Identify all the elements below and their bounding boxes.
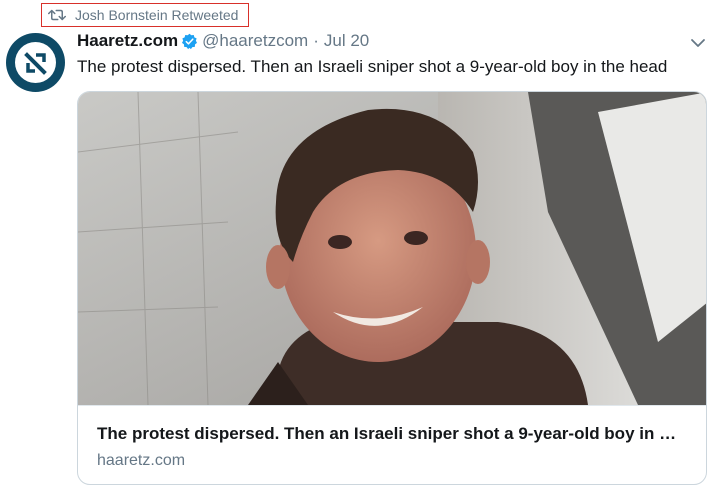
haaretz-logo-icon: [23, 51, 47, 75]
display-name[interactable]: Haaretz.com: [77, 31, 178, 51]
separator: ·: [313, 31, 319, 50]
retweet-context[interactable]: Josh Bornstein Retweeted: [41, 3, 249, 27]
handle[interactable]: @haaretzcom: [202, 31, 308, 51]
haaretz-logo: [15, 42, 56, 83]
tweet-date[interactable]: Jul 20: [324, 31, 369, 51]
verified-badge-icon: [182, 33, 198, 49]
link-card[interactable]: The protest dispersed. Then an Israeli s…: [77, 91, 707, 485]
card-body: The protest dispersed. Then an Israeli s…: [78, 405, 706, 484]
card-domain: haaretz.com: [97, 452, 186, 469]
card-title: The protest dispersed. Then an Israeli s…: [97, 424, 677, 443]
chevron-down-icon[interactable]: [690, 35, 706, 51]
retweet-icon: [48, 9, 66, 21]
retweet-label: Josh Bornstein Retweeted: [75, 7, 239, 23]
tweet-text: The protest dispersed. Then an Israeli s…: [77, 57, 668, 76]
card-image: [78, 92, 706, 405]
tweet-header: Haaretz.com @haaretzcom · Jul 20: [77, 30, 369, 52]
avatar[interactable]: [6, 33, 65, 92]
